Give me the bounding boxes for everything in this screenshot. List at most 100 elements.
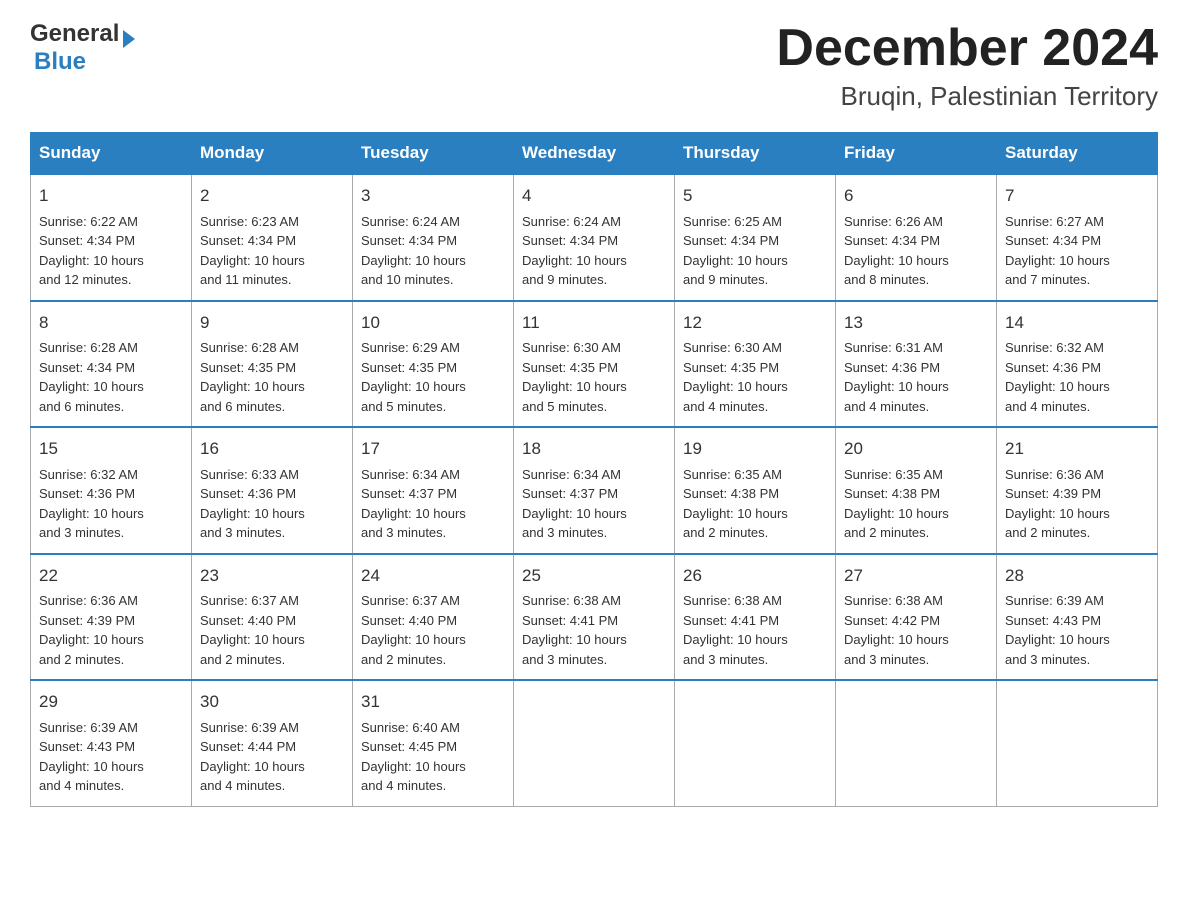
logo-general-text: General xyxy=(30,20,119,48)
calendar-title-block: December 2024 Bruqin, Palestinian Territ… xyxy=(776,20,1158,112)
day-number: 26 xyxy=(683,563,827,589)
day-info: Sunrise: 6:25 AM Sunset: 4:34 PM Dayligh… xyxy=(683,214,788,288)
logo-blue-text: Blue xyxy=(34,48,86,76)
day-info: Sunrise: 6:37 AM Sunset: 4:40 PM Dayligh… xyxy=(200,593,305,667)
day-info: Sunrise: 6:28 AM Sunset: 4:35 PM Dayligh… xyxy=(200,340,305,414)
calendar-cell: 31Sunrise: 6:40 AM Sunset: 4:45 PM Dayli… xyxy=(353,680,514,806)
day-number: 12 xyxy=(683,310,827,336)
calendar-cell: 17Sunrise: 6:34 AM Sunset: 4:37 PM Dayli… xyxy=(353,427,514,554)
day-number: 15 xyxy=(39,436,183,462)
col-header-wednesday: Wednesday xyxy=(514,133,675,175)
calendar-cell: 29 Sunrise: 6:39 AM Sunset: 4:43 PM Dayli… xyxy=(31,680,192,806)
day-info: Sunrise: 6:24 AM Sunset: 4:34 PM Dayligh… xyxy=(361,214,466,288)
calendar-table: SundayMondayTuesdayWednesdayThursdayFrid… xyxy=(30,132,1158,807)
calendar-cell: 18Sunrise: 6:34 AM Sunset: 4:37 PM Dayli… xyxy=(514,427,675,554)
calendar-week-row: 1 Sunrise: 6:22 AM Sunset: 4:34 PM Daylig… xyxy=(31,174,1158,301)
calendar-cell: 14 Sunrise: 6:32 AM Sunset: 4:36 PM Dayli… xyxy=(997,301,1158,428)
calendar-cell: 8 Sunrise: 6:28 AM Sunset: 4:34 PM Daylig… xyxy=(31,301,192,428)
day-number: 22 xyxy=(39,563,183,589)
day-info: Sunrise: 6:30 AM Sunset: 4:35 PM Dayligh… xyxy=(683,340,788,414)
calendar-cell: 1 Sunrise: 6:22 AM Sunset: 4:34 PM Daylig… xyxy=(31,174,192,301)
calendar-cell: 2Sunrise: 6:23 AM Sunset: 4:34 PM Daylig… xyxy=(192,174,353,301)
calendar-cell: 10 Sunrise: 6:29 AM Sunset: 4:35 PM Dayli… xyxy=(353,301,514,428)
col-header-saturday: Saturday xyxy=(997,133,1158,175)
calendar-cell: 19Sunrise: 6:35 AM Sunset: 4:38 PM Dayli… xyxy=(675,427,836,554)
day-info: Sunrise: 6:32 AM Sunset: 4:36 PM Dayligh… xyxy=(1005,340,1110,414)
calendar-cell: 13 Sunrise: 6:31 AM Sunset: 4:36 PM Dayli… xyxy=(836,301,997,428)
day-info: Sunrise: 6:30 AM Sunset: 4:35 PM Dayligh… xyxy=(522,340,627,414)
day-number: 14 xyxy=(1005,310,1149,336)
day-number: 27 xyxy=(844,563,988,589)
day-info: Sunrise: 6:38 AM Sunset: 4:42 PM Dayligh… xyxy=(844,593,949,667)
calendar-cell: 30 Sunrise: 6:39 AM Sunset: 4:44 PM Dayli… xyxy=(192,680,353,806)
calendar-cell: 6Sunrise: 6:26 AM Sunset: 4:34 PM Daylig… xyxy=(836,174,997,301)
day-number: 1 xyxy=(39,183,183,209)
calendar-cell: 7 Sunrise: 6:27 AM Sunset: 4:34 PM Daylig… xyxy=(997,174,1158,301)
day-info: Sunrise: 6:24 AM Sunset: 4:34 PM Dayligh… xyxy=(522,214,627,288)
day-info: Sunrise: 6:36 AM Sunset: 4:39 PM Dayligh… xyxy=(39,593,144,667)
col-header-tuesday: Tuesday xyxy=(353,133,514,175)
calendar-cell: 24 Sunrise: 6:37 AM Sunset: 4:40 PM Dayli… xyxy=(353,554,514,681)
calendar-cell xyxy=(997,680,1158,806)
day-info: Sunrise: 6:34 AM Sunset: 4:37 PM Dayligh… xyxy=(522,467,627,541)
logo-triangle-icon xyxy=(123,30,135,48)
day-number: 5 xyxy=(683,183,827,209)
day-info: Sunrise: 6:37 AM Sunset: 4:40 PM Dayligh… xyxy=(361,593,466,667)
day-number: 10 xyxy=(361,310,505,336)
day-number: 25 xyxy=(522,563,666,589)
day-number: 21 xyxy=(1005,436,1149,462)
day-info: Sunrise: 6:39 AM Sunset: 4:43 PM Dayligh… xyxy=(39,720,144,794)
calendar-cell: 15 Sunrise: 6:32 AM Sunset: 4:36 PM Dayli… xyxy=(31,427,192,554)
calendar-cell: 28Sunrise: 6:39 AM Sunset: 4:43 PM Dayli… xyxy=(997,554,1158,681)
calendar-cell: 4 Sunrise: 6:24 AM Sunset: 4:34 PM Daylig… xyxy=(514,174,675,301)
calendar-title: December 2024 xyxy=(776,20,1158,77)
day-info: Sunrise: 6:27 AM Sunset: 4:34 PM Dayligh… xyxy=(1005,214,1110,288)
day-info: Sunrise: 6:22 AM Sunset: 4:34 PM Dayligh… xyxy=(39,214,144,288)
day-info: Sunrise: 6:39 AM Sunset: 4:44 PM Dayligh… xyxy=(200,720,305,794)
day-info: Sunrise: 6:35 AM Sunset: 4:38 PM Dayligh… xyxy=(683,467,788,541)
logo: General Blue xyxy=(30,20,135,76)
day-info: Sunrise: 6:28 AM Sunset: 4:34 PM Dayligh… xyxy=(39,340,144,414)
calendar-cell: 16Sunrise: 6:33 AM Sunset: 4:36 PM Dayli… xyxy=(192,427,353,554)
day-info: Sunrise: 6:38 AM Sunset: 4:41 PM Dayligh… xyxy=(522,593,627,667)
day-number: 23 xyxy=(200,563,344,589)
day-number: 24 xyxy=(361,563,505,589)
day-number: 7 xyxy=(1005,183,1149,209)
day-number: 13 xyxy=(844,310,988,336)
day-info: Sunrise: 6:31 AM Sunset: 4:36 PM Dayligh… xyxy=(844,340,949,414)
col-header-thursday: Thursday xyxy=(675,133,836,175)
day-number: 29 xyxy=(39,689,183,715)
day-number: 8 xyxy=(39,310,183,336)
day-info: Sunrise: 6:38 AM Sunset: 4:41 PM Dayligh… xyxy=(683,593,788,667)
calendar-week-row: 15 Sunrise: 6:32 AM Sunset: 4:36 PM Dayli… xyxy=(31,427,1158,554)
col-header-friday: Friday xyxy=(836,133,997,175)
col-header-sunday: Sunday xyxy=(31,133,192,175)
calendar-week-row: 8 Sunrise: 6:28 AM Sunset: 4:34 PM Daylig… xyxy=(31,301,1158,428)
calendar-cell xyxy=(836,680,997,806)
calendar-cell xyxy=(675,680,836,806)
day-info: Sunrise: 6:36 AM Sunset: 4:39 PM Dayligh… xyxy=(1005,467,1110,541)
day-info: Sunrise: 6:29 AM Sunset: 4:35 PM Dayligh… xyxy=(361,340,466,414)
calendar-cell xyxy=(514,680,675,806)
day-info: Sunrise: 6:40 AM Sunset: 4:45 PM Dayligh… xyxy=(361,720,466,794)
day-number: 30 xyxy=(200,689,344,715)
calendar-cell: 12 Sunrise: 6:30 AM Sunset: 4:35 PM Dayli… xyxy=(675,301,836,428)
calendar-cell: 25 Sunrise: 6:38 AM Sunset: 4:41 PM Dayli… xyxy=(514,554,675,681)
day-number: 16 xyxy=(200,436,344,462)
calendar-cell: 20Sunrise: 6:35 AM Sunset: 4:38 PM Dayli… xyxy=(836,427,997,554)
calendar-cell: 11Sunrise: 6:30 AM Sunset: 4:35 PM Dayli… xyxy=(514,301,675,428)
calendar-week-row: 22 Sunrise: 6:36 AM Sunset: 4:39 PM Dayli… xyxy=(31,554,1158,681)
day-number: 4 xyxy=(522,183,666,209)
day-info: Sunrise: 6:32 AM Sunset: 4:36 PM Dayligh… xyxy=(39,467,144,541)
calendar-cell: 3Sunrise: 6:24 AM Sunset: 4:34 PM Daylig… xyxy=(353,174,514,301)
day-number: 6 xyxy=(844,183,988,209)
day-number: 2 xyxy=(200,183,344,209)
day-number: 20 xyxy=(844,436,988,462)
col-header-monday: Monday xyxy=(192,133,353,175)
calendar-week-row: 29 Sunrise: 6:39 AM Sunset: 4:43 PM Dayli… xyxy=(31,680,1158,806)
calendar-cell: 21 Sunrise: 6:36 AM Sunset: 4:39 PM Dayli… xyxy=(997,427,1158,554)
calendar-cell: 27 Sunrise: 6:38 AM Sunset: 4:42 PM Dayli… xyxy=(836,554,997,681)
calendar-subtitle: Bruqin, Palestinian Territory xyxy=(776,81,1158,112)
day-number: 28 xyxy=(1005,563,1149,589)
day-number: 9 xyxy=(200,310,344,336)
